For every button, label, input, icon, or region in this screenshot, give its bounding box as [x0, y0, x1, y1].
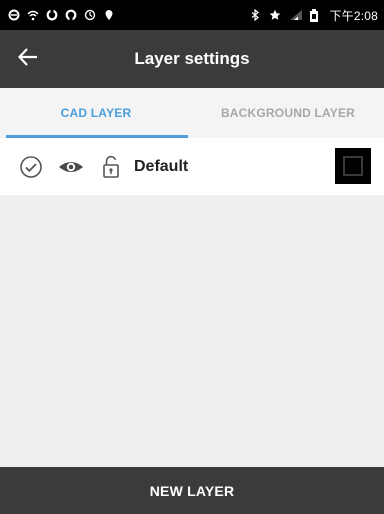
- tab-background-layer[interactable]: BACKGROUND LAYER: [192, 88, 384, 138]
- arrow-left-icon: [17, 46, 39, 73]
- layer-tabs: CAD LAYER BACKGROUND LAYER: [0, 88, 384, 138]
- status-right-icons: 下午2:08: [249, 7, 378, 24]
- tab-cad-layer[interactable]: CAD LAYER: [0, 88, 192, 138]
- tab-background-layer-label: BACKGROUND LAYER: [220, 106, 356, 120]
- bluetooth-icon: [249, 8, 261, 22]
- new-layer-button[interactable]: NEW LAYER: [0, 467, 384, 514]
- color-swatch-frame: [343, 156, 363, 176]
- clock-icon: [84, 9, 96, 21]
- status-bar: 下午2:08: [0, 0, 384, 30]
- eye-icon[interactable]: [58, 154, 84, 180]
- layer-name: Default: [134, 157, 189, 175]
- status-time: 下午2:08: [329, 8, 378, 23]
- tab-cad-layer-label: CAD LAYER: [60, 106, 132, 120]
- location-icon: [103, 9, 115, 21]
- layer-row[interactable]: Default: [0, 138, 384, 195]
- status-left-icons: [8, 9, 115, 21]
- wifi-icon: [27, 9, 39, 21]
- sync-icon: [46, 9, 58, 21]
- star-icon: [269, 9, 281, 21]
- sync-icon: [65, 9, 77, 21]
- layer-color-swatch[interactable]: [335, 148, 371, 184]
- notification-icon: [8, 9, 20, 21]
- signal-icon: [289, 9, 303, 21]
- page-title: Layer settings: [134, 49, 250, 68]
- app-bar: Layer settings: [0, 30, 384, 88]
- unlock-icon[interactable]: [98, 154, 124, 180]
- back-button[interactable]: [0, 30, 56, 88]
- check-circle-icon[interactable]: [18, 154, 44, 180]
- battery-icon: [309, 9, 321, 22]
